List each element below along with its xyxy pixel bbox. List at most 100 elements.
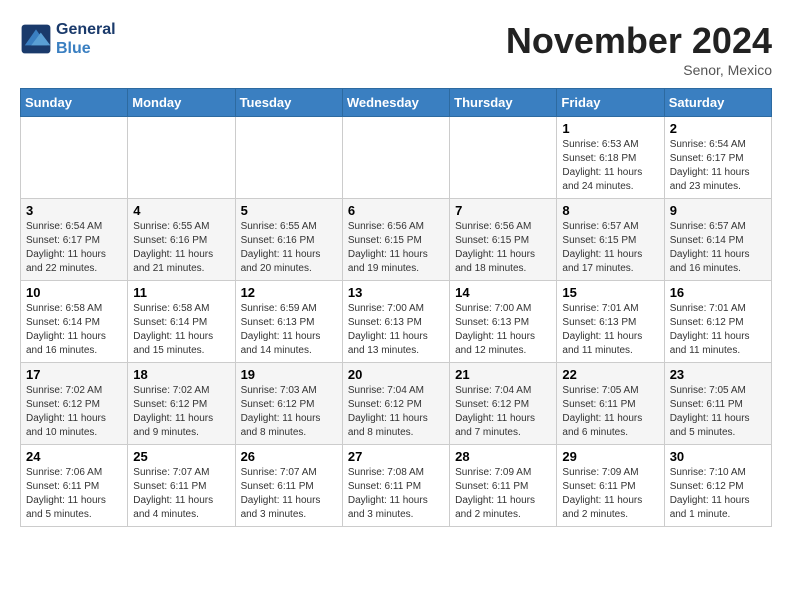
day-cell: 17 Sunrise: 7:02 AM Sunset: 6:12 PM Dayli… [21,363,128,445]
day-number: 28 [455,449,551,464]
day-number: 14 [455,285,551,300]
day-info: Sunrise: 7:06 AM Sunset: 6:11 PM Dayligh… [26,466,122,522]
day-info: Sunrise: 7:07 AM Sunset: 6:11 PM Dayligh… [133,466,229,522]
day-cell: 16 Sunrise: 7:01 AM Sunset: 6:12 PM Dayli… [664,281,771,363]
day-cell: 23 Sunrise: 7:05 AM Sunset: 6:11 PM Dayli… [664,363,771,445]
day-cell: 11 Sunrise: 6:58 AM Sunset: 6:14 PM Dayli… [128,281,235,363]
day-cell: 10 Sunrise: 6:58 AM Sunset: 6:14 PM Dayli… [21,281,128,363]
day-info: Sunrise: 7:01 AM Sunset: 6:12 PM Dayligh… [670,302,766,358]
day-cell: 4Sunrise: 6:55 AM Sunset: 6:16 PM Daylig… [128,199,235,281]
day-info: Sunrise: 6:54 AM Sunset: 6:17 PM Dayligh… [670,138,766,194]
day-cell: 21 Sunrise: 7:04 AM Sunset: 6:12 PM Dayli… [450,363,557,445]
location: Senor, Mexico [506,62,772,78]
day-cell [450,117,557,199]
day-cell [235,117,342,199]
day-info: Sunrise: 6:58 AM Sunset: 6:14 PM Dayligh… [133,302,229,358]
day-number: 2 [670,121,766,136]
day-number: 29 [562,449,658,464]
header-day-monday: Monday [128,89,235,117]
day-cell: 6 Sunrise: 6:56 AM Sunset: 6:15 PM Daylig… [342,199,449,281]
header-day-wednesday: Wednesday [342,89,449,117]
logo: General Blue [20,20,116,58]
day-info: Sunrise: 7:00 AM Sunset: 6:13 PM Dayligh… [455,302,551,358]
day-cell: 26Sunrise: 7:07 AM Sunset: 6:11 PM Dayli… [235,445,342,527]
day-info: Sunrise: 6:56 AM Sunset: 6:15 PM Dayligh… [455,220,551,276]
day-number: 26 [241,449,337,464]
day-number: 13 [348,285,444,300]
day-cell [342,117,449,199]
day-info: Sunrise: 6:55 AM Sunset: 6:16 PM Dayligh… [241,220,337,276]
day-cell: 3 Sunrise: 6:54 AM Sunset: 6:17 PM Daylig… [21,199,128,281]
day-number: 7 [455,203,551,218]
day-cell: 22 Sunrise: 7:05 AM Sunset: 6:11 PM Dayli… [557,363,664,445]
day-info: Sunrise: 6:57 AM Sunset: 6:14 PM Dayligh… [670,220,766,276]
logo-icon [20,23,52,55]
page-header: General Blue November 2024 Senor, Mexico [20,20,772,78]
day-number: 20 [348,367,444,382]
day-info: Sunrise: 7:09 AM Sunset: 6:11 PM Dayligh… [455,466,551,522]
day-info: Sunrise: 6:57 AM Sunset: 6:15 PM Dayligh… [562,220,658,276]
day-number: 9 [670,203,766,218]
day-cell: 20 Sunrise: 7:04 AM Sunset: 6:12 PM Dayli… [342,363,449,445]
header-day-thursday: Thursday [450,89,557,117]
day-info: Sunrise: 7:09 AM Sunset: 6:11 PM Dayligh… [562,466,658,522]
day-number: 21 [455,367,551,382]
day-number: 15 [562,285,658,300]
day-info: Sunrise: 7:08 AM Sunset: 6:11 PM Dayligh… [348,466,444,522]
day-info: Sunrise: 6:55 AM Sunset: 6:16 PM Dayligh… [133,220,229,276]
day-info: Sunrise: 7:04 AM Sunset: 6:12 PM Dayligh… [455,384,551,440]
day-number: 17 [26,367,122,382]
day-number: 5 [241,203,337,218]
day-cell: 1 Sunrise: 6:53 AM Sunset: 6:18 PM Daylig… [557,117,664,199]
day-cell: 19Sunrise: 7:03 AM Sunset: 6:12 PM Dayli… [235,363,342,445]
day-cell: 30Sunrise: 7:10 AM Sunset: 6:12 PM Dayli… [664,445,771,527]
title-section: November 2024 Senor, Mexico [506,20,772,78]
day-info: Sunrise: 7:10 AM Sunset: 6:12 PM Dayligh… [670,466,766,522]
day-cell: 9 Sunrise: 6:57 AM Sunset: 6:14 PM Daylig… [664,199,771,281]
day-cell: 14 Sunrise: 7:00 AM Sunset: 6:13 PM Dayli… [450,281,557,363]
day-info: Sunrise: 6:56 AM Sunset: 6:15 PM Dayligh… [348,220,444,276]
day-number: 19 [241,367,337,382]
calendar-table: SundayMondayTuesdayWednesdayThursdayFrid… [20,88,772,527]
week-row-1: 1 Sunrise: 6:53 AM Sunset: 6:18 PM Daylig… [21,117,772,199]
header-day-friday: Friday [557,89,664,117]
header-row: SundayMondayTuesdayWednesdayThursdayFrid… [21,89,772,117]
day-number: 1 [562,121,658,136]
day-number: 27 [348,449,444,464]
day-number: 24 [26,449,122,464]
day-number: 6 [348,203,444,218]
day-info: Sunrise: 6:53 AM Sunset: 6:18 PM Dayligh… [562,138,658,194]
day-number: 23 [670,367,766,382]
day-number: 11 [133,285,229,300]
day-info: Sunrise: 7:01 AM Sunset: 6:13 PM Dayligh… [562,302,658,358]
day-info: Sunrise: 6:59 AM Sunset: 6:13 PM Dayligh… [241,302,337,358]
day-cell: 8 Sunrise: 6:57 AM Sunset: 6:15 PM Daylig… [557,199,664,281]
day-cell: 27 Sunrise: 7:08 AM Sunset: 6:11 PM Dayli… [342,445,449,527]
day-cell: 12 Sunrise: 6:59 AM Sunset: 6:13 PM Dayli… [235,281,342,363]
day-cell: 15 Sunrise: 7:01 AM Sunset: 6:13 PM Dayli… [557,281,664,363]
day-info: Sunrise: 7:02 AM Sunset: 6:12 PM Dayligh… [26,384,122,440]
header-day-saturday: Saturday [664,89,771,117]
day-cell: 29 Sunrise: 7:09 AM Sunset: 6:11 PM Dayli… [557,445,664,527]
day-info: Sunrise: 7:04 AM Sunset: 6:12 PM Dayligh… [348,384,444,440]
day-number: 16 [670,285,766,300]
day-cell: 25Sunrise: 7:07 AM Sunset: 6:11 PM Dayli… [128,445,235,527]
calendar-header: SundayMondayTuesdayWednesdayThursdayFrid… [21,89,772,117]
day-info: Sunrise: 7:05 AM Sunset: 6:11 PM Dayligh… [562,384,658,440]
day-number: 22 [562,367,658,382]
day-cell: 13 Sunrise: 7:00 AM Sunset: 6:13 PM Dayli… [342,281,449,363]
day-info: Sunrise: 7:05 AM Sunset: 6:11 PM Dayligh… [670,384,766,440]
day-cell [128,117,235,199]
header-day-sunday: Sunday [21,89,128,117]
day-number: 3 [26,203,122,218]
day-number: 10 [26,285,122,300]
week-row-2: 3 Sunrise: 6:54 AM Sunset: 6:17 PM Daylig… [21,199,772,281]
day-number: 8 [562,203,658,218]
day-cell: 7 Sunrise: 6:56 AM Sunset: 6:15 PM Daylig… [450,199,557,281]
week-row-4: 17 Sunrise: 7:02 AM Sunset: 6:12 PM Dayli… [21,363,772,445]
day-cell [21,117,128,199]
day-info: Sunrise: 6:54 AM Sunset: 6:17 PM Dayligh… [26,220,122,276]
day-info: Sunrise: 7:00 AM Sunset: 6:13 PM Dayligh… [348,302,444,358]
day-info: Sunrise: 6:58 AM Sunset: 6:14 PM Dayligh… [26,302,122,358]
day-number: 12 [241,285,337,300]
